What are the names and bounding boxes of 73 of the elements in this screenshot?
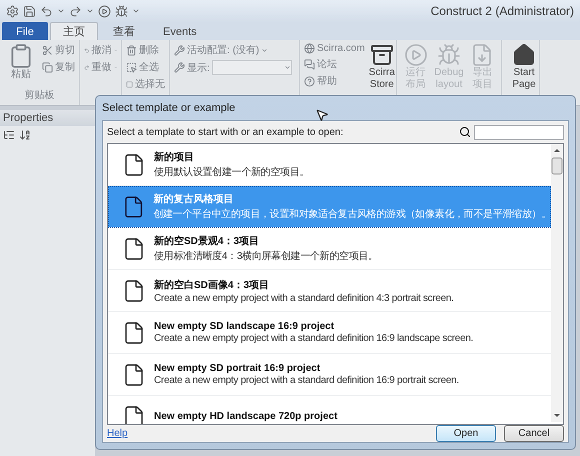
window-title: Construct 2 (Administrator) [430,4,574,18]
template-title: 新的项目 [154,150,195,164]
search-field[interactable] [474,124,564,140]
template-list[interactable] [107,143,564,425]
search-icon [459,126,471,138]
display-label: 显示: [187,62,210,74]
forum-link[interactable]: 论坛 [304,57,365,71]
template-title: New empty SD portrait 16:9 project [154,363,322,374]
gear-icon [6,4,19,18]
trash-icon [126,44,137,56]
house-icon [512,43,536,67]
dashed-square-icon [126,78,133,90]
scrollbar[interactable] [551,144,563,422]
scissors-icon [42,44,53,56]
template-title: 新的空白SD画像4：3项目 [154,278,270,292]
template-title: 新的空SD景观4：3项目 [154,234,260,248]
globe-icon [304,43,315,54]
select-none-button[interactable]: 选择无 [126,77,165,91]
play-icon [404,43,428,67]
cursor-icon [315,108,329,122]
template-description: Create a new empty project with a standard definition 16:9 landscape screen. [154,333,474,344]
cut-button[interactable]: 剪切 [42,43,75,57]
start-page-button[interactable]: Start Page [506,43,542,91]
sort-icon[interactable] [19,129,31,141]
paste-button[interactable]: 粘贴 [4,43,38,88]
redo-button[interactable]: 重做 [84,60,117,74]
store-button[interactable]: Scirra Store [368,43,395,105]
template-description: Create a new empty project with a standard definition 16:9 portrait screen. [154,375,459,386]
template-title: 新的复古风格项目 [153,192,234,206]
cancel-button[interactable]: Cancel [504,425,564,442]
help-link[interactable]: 帮助 [304,74,365,88]
panel-title: Properties [0,110,95,126]
speech-bubbles-icon [304,58,315,70]
undo-icon[interactable] [40,4,53,18]
template-title: New empty SD landscape 16:9 project [154,321,336,332]
save-icon[interactable] [23,4,36,18]
ribbon-tab[interactable]: 主页 [50,22,98,40]
file-tab[interactable]: File [2,22,48,40]
undo-button[interactable]: 撤消 [84,43,117,57]
ribbon-tab[interactable]: 查看 [100,22,148,40]
select-all-button[interactable]: 全选 [126,60,165,74]
caret-icon[interactable] [57,7,65,15]
help-icon [304,76,315,86]
bug-icon [437,43,461,67]
template-description: 使用默认设置创建一个新的空项目。 [154,166,310,179]
active-config-dropdown[interactable]: 活动配置: (没有) [174,43,295,57]
caret-icon[interactable] [86,7,94,15]
dialog-title: Select template or example [102,101,236,116]
template-description: 创建一个平台中立的项目，设置和对象适合复古风格的游戏（如像素化，而不是平滑缩放）。 [153,208,551,221]
instruction-text: Select a template to start with or an example to open: [107,126,344,138]
redo-icon[interactable] [69,4,82,18]
caret-icon[interactable] [132,7,140,15]
wrench-icon [174,62,185,73]
archive-box-icon [370,43,394,67]
template-item[interactable]: 新的复古风格项目 创建一个平台中立的项目，设置和对象适合复古风格的游戏（如像素化，而不是平滑缩放）。 [108,186,551,228]
scirra-link[interactable]: Scirra.com [304,43,365,54]
template-title: New empty HD landscape 720p project [154,411,338,422]
caret-icon [261,46,268,54]
delete-button[interactable]: 删除 [126,43,165,57]
template-description: 使用标准清晰度4：3横向屏幕创建一个新的空项目。 [154,250,378,263]
ribbon-tab[interactable]: Events [150,22,210,40]
help-link[interactable]: Help [107,428,128,439]
bug-icon[interactable] [115,4,128,18]
categorize-icon[interactable] [3,129,15,141]
group-label: 剪贴板 [24,88,56,103]
open-button[interactable]: Open [436,425,496,442]
dashed-selection-icon [126,62,137,72]
copy-icon [42,62,53,72]
template-description: Create a new empty project with a standard definition 4:3 portrait screen. [154,292,454,304]
play-icon[interactable] [98,4,111,18]
wrench-icon [174,44,185,56]
caret-icon [284,64,291,71]
copy-button[interactable]: 复制 [42,60,75,74]
